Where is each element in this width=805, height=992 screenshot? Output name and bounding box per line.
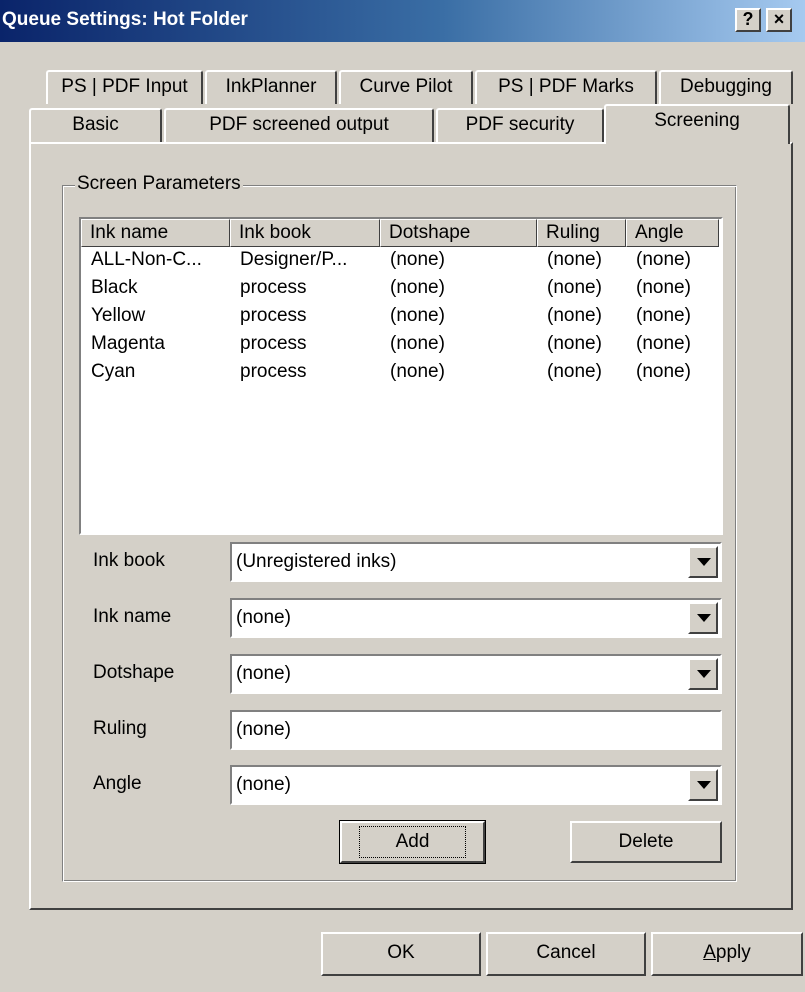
cell-ink-name: Magenta <box>91 333 165 354</box>
cell-ink-name: Cyan <box>91 361 136 382</box>
tab-ps-pdf-marks[interactable]: PS | PDF Marks <box>475 70 657 104</box>
ok-button[interactable]: OK <box>321 932 481 976</box>
tab-screening[interactable]: Screening <box>604 104 790 144</box>
angle-label: Angle <box>93 773 142 794</box>
cell-angle: (none) <box>636 305 691 326</box>
ink-name-value: (none) <box>236 607 291 628</box>
chevron-down-icon[interactable] <box>688 602 718 634</box>
cell-ink-book: process <box>240 361 307 382</box>
ruling-label: Ruling <box>93 718 147 739</box>
column-header-ink-name[interactable]: Ink name <box>81 219 230 247</box>
cell-dotshape: (none) <box>390 333 445 354</box>
ink-book-value: (Unregistered inks) <box>236 551 397 572</box>
cell-ruling: (none) <box>547 249 602 270</box>
cell-dotshape: (none) <box>390 305 445 326</box>
column-header-angle[interactable]: Angle <box>626 219 719 247</box>
window-title: Queue Settings: Hot Folder <box>2 9 248 30</box>
help-button[interactable]: ? <box>735 8 761 32</box>
cell-ruling: (none) <box>547 277 602 298</box>
ink-name-dropdown[interactable]: (none) <box>230 598 722 638</box>
title-bar: Queue Settings: Hot Folder ? × <box>0 0 805 42</box>
cell-dotshape: (none) <box>390 249 445 270</box>
column-header-ink-book[interactable]: Ink book <box>230 219 380 247</box>
dotshape-dropdown[interactable]: (none) <box>230 654 722 694</box>
list-item[interactable]: Black process (none) (none) (none) <box>81 274 721 302</box>
ink-book-label: Ink book <box>93 550 165 571</box>
cell-angle: (none) <box>636 249 691 270</box>
delete-button-label: Delete <box>618 831 674 852</box>
tab-ps-pdf-input[interactable]: PS | PDF Input <box>46 70 203 104</box>
column-header-dotshape[interactable]: Dotshape <box>380 219 537 247</box>
chevron-down-icon[interactable] <box>688 658 718 690</box>
cell-ruling: (none) <box>547 333 602 354</box>
ink-list[interactable]: Ink name Ink book Dotshape Ruling Angle … <box>79 217 723 535</box>
chevron-down-icon[interactable] <box>688 546 718 578</box>
cancel-button[interactable]: Cancel <box>486 932 646 976</box>
apply-label-rest: pply <box>715 942 751 963</box>
cell-ink-book: Designer/P... <box>240 249 348 270</box>
ruling-value: (none) <box>236 719 291 740</box>
cell-dotshape: (none) <box>390 361 445 382</box>
ok-button-label: OK <box>387 942 415 963</box>
cell-ruling: (none) <box>547 361 602 382</box>
list-item[interactable]: Cyan process (none) (none) (none) <box>81 358 721 386</box>
tab-pdf-screened-output[interactable]: PDF screened output <box>164 108 434 142</box>
list-item[interactable]: ALL-Non-C... Designer/P... (none) (none)… <box>81 246 721 274</box>
ruling-input[interactable]: (none) <box>230 710 722 750</box>
screen-parameters-group: Screen Parameters Ink name Ink book Dots… <box>62 173 737 882</box>
ink-book-dropdown[interactable]: (Unregistered inks) <box>230 542 722 582</box>
cell-angle: (none) <box>636 361 691 382</box>
dotshape-value: (none) <box>236 663 291 684</box>
tab-curve-pilot[interactable]: Curve Pilot <box>339 70 473 104</box>
cell-angle: (none) <box>636 333 691 354</box>
apply-button[interactable]: Apply <box>651 932 803 976</box>
list-header: Ink name Ink book Dotshape Ruling Angle <box>81 219 721 247</box>
chevron-down-icon[interactable] <box>688 769 718 801</box>
list-item[interactable]: Magenta process (none) (none) (none) <box>81 330 721 358</box>
cell-ink-name: Yellow <box>91 305 146 326</box>
angle-value: (none) <box>236 774 291 795</box>
dotshape-label: Dotshape <box>93 662 175 683</box>
add-button-label: Add <box>358 826 467 858</box>
close-button[interactable]: × <box>766 8 792 32</box>
cell-ink-name: ALL-Non-C... <box>91 249 202 270</box>
add-button[interactable]: Add <box>339 820 486 864</box>
cell-ink-book: process <box>240 305 307 326</box>
tab-pdf-security[interactable]: PDF security <box>436 108 604 142</box>
group-label: Screen Parameters <box>75 173 243 195</box>
ink-name-label: Ink name <box>93 606 172 627</box>
cell-ink-book: process <box>240 333 307 354</box>
tab-panel: Screen Parameters Ink name Ink book Dots… <box>29 142 793 910</box>
cell-dotshape: (none) <box>390 277 445 298</box>
delete-button[interactable]: Delete <box>570 821 722 863</box>
cell-ink-book: process <box>240 277 307 298</box>
list-item[interactable]: Yellow process (none) (none) (none) <box>81 302 721 330</box>
cell-ink-name: Black <box>91 277 138 298</box>
apply-mnemonic: A <box>703 942 716 963</box>
apply-button-label: Apply <box>703 934 751 972</box>
tab-basic[interactable]: Basic <box>29 108 162 142</box>
tab-inkplanner[interactable]: InkPlanner <box>205 70 337 104</box>
column-header-ruling[interactable]: Ruling <box>537 219 626 247</box>
cell-ruling: (none) <box>547 305 602 326</box>
tab-debugging[interactable]: Debugging <box>659 70 793 104</box>
angle-dropdown[interactable]: (none) <box>230 765 722 805</box>
cancel-button-label: Cancel <box>536 942 596 963</box>
cell-angle: (none) <box>636 277 691 298</box>
